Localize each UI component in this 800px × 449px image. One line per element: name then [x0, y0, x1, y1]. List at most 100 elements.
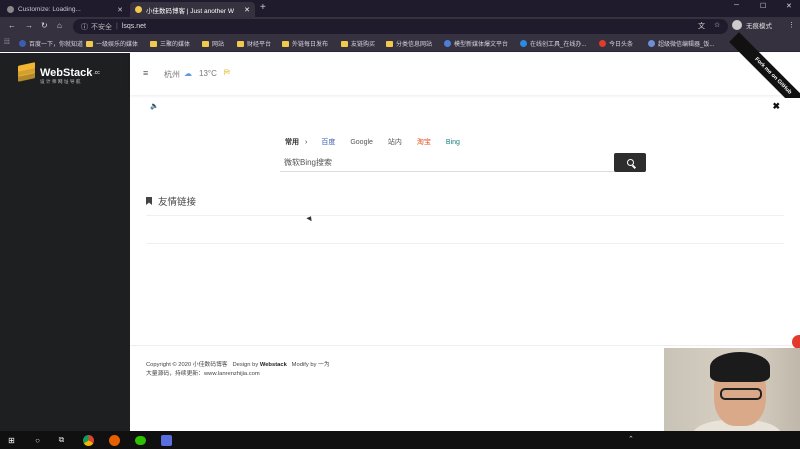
firefox-icon[interactable] — [108, 434, 121, 446]
info-icon[interactable]: ⓘ — [81, 22, 88, 32]
wechat-icon[interactable] — [134, 434, 147, 446]
floating-tab[interactable] — [792, 335, 800, 349]
loading-icon — [7, 6, 14, 13]
bookmark-item[interactable]: 三聚的媒体 — [150, 39, 190, 48]
windows-start-icon[interactable]: ⊞ — [5, 434, 18, 446]
back-icon[interactable]: ← — [8, 21, 16, 30]
bookmark-item[interactable]: 友链购买 — [341, 39, 375, 48]
bookmark-item[interactable]: 分类信息网站 — [386, 39, 432, 48]
engine-baidu[interactable]: 百度 — [321, 137, 335, 147]
folder-icon — [202, 40, 209, 47]
engine-google[interactable]: Google — [350, 139, 373, 146]
bookmark-item[interactable]: 超级微信编辑器_饭... — [648, 39, 714, 48]
folder-icon — [282, 40, 289, 47]
close-tab-icon[interactable]: ✕ — [244, 6, 250, 14]
page-header: ≡ 杭州 ☁ 13°C ⛿ Fork me on GitHub — [130, 32, 800, 120]
task-view-icon[interactable]: ⧉ — [55, 434, 68, 446]
site-icon — [648, 40, 655, 47]
profile-label: 无痕模式 — [746, 23, 772, 30]
maximize-button[interactable]: ☐ — [760, 2, 766, 10]
folder-icon — [150, 40, 157, 47]
bookmarks-bar: ⁞⁞⁞ 百度一下，你就知道 一级娱乐的媒体 三聚的媒体 网站 财经平台 外链每日… — [0, 36, 800, 52]
menu-toggle-icon[interactable]: ≡ — [143, 68, 148, 78]
home-icon[interactable]: ⌂ — [57, 21, 62, 30]
close-window-button[interactable]: ✕ — [786, 2, 792, 10]
folder-icon — [86, 40, 93, 47]
address-separator: | — [116, 23, 118, 30]
modify-text: Modify by 一为 — [291, 362, 330, 368]
bookmark-item[interactable]: 今日头条 — [599, 39, 633, 48]
section-title: 友情链接 — [158, 197, 197, 208]
translate-icon[interactable]: 文 — [698, 21, 705, 31]
search-circle-icon[interactable]: ○ — [31, 434, 44, 446]
engine-site[interactable]: 站内 — [388, 137, 402, 147]
close-notice-icon[interactable]: ✖ — [772, 101, 780, 112]
close-tab-icon[interactable]: ✕ — [117, 6, 123, 14]
browser-tab-strip: Customize: Loading... ✕ 小佳数码博客 | Just an… — [0, 0, 800, 17]
address-bar[interactable]: ⓘ 不安全 | lsqs.net — [73, 19, 728, 34]
search-engine-tabs: 常用 › 百度 Google 站内 淘宝 Bing — [285, 137, 475, 147]
bookmark-label: 超级微信编辑器_饭... — [658, 42, 715, 48]
footer-copyright-line: Copyright © 2020 小佳数码博客 Design by Websta… — [146, 359, 330, 368]
folder-icon — [341, 40, 348, 47]
bookmark-label: 财经平台 — [247, 42, 272, 48]
bookmark-item[interactable]: 网站 — [202, 39, 224, 48]
search-input[interactable] — [284, 156, 609, 169]
site-icon — [444, 40, 451, 47]
sidebar: WebStack .cc 设计师网址导航 — [0, 53, 130, 431]
bookmark-item[interactable]: 一级娱乐的媒体 — [86, 39, 138, 48]
webcam-person-glasses — [720, 388, 762, 400]
site-favicon-icon — [135, 6, 142, 13]
apps-icon[interactable]: ⁞⁞⁞ — [4, 39, 10, 46]
bookmark-label: 网站 — [212, 42, 225, 48]
avatar — [732, 20, 742, 30]
star-icon[interactable]: ☆ — [714, 21, 720, 29]
logo-name: WebStack — [40, 66, 93, 79]
site-logo[interactable]: WebStack .cc 设计师网址导航 — [18, 62, 100, 84]
browser-tab-customize[interactable]: Customize: Loading... ✕ — [2, 2, 128, 17]
bookmark-item[interactable]: 模型新媒体爆文平台 — [444, 39, 508, 48]
section-heading: 友情链接 — [146, 194, 196, 208]
security-label: 不安全 — [91, 23, 112, 31]
bookmark-item[interactable]: 财经平台 — [237, 39, 271, 48]
chevron-right-icon: › — [305, 138, 308, 146]
browser-toolbar: ← → ↻ ⌂ ⓘ 不安全 | lsqs.net 文 ☆ 无痕模式 ⋮ — [0, 17, 800, 36]
weather-detail-icon[interactable]: ⛿ — [224, 68, 230, 78]
search-group-label[interactable]: 常用 — [285, 137, 299, 147]
webstack-logo-icon — [18, 62, 35, 82]
windows-taskbar: ⊞ ○ ⧉ ⌃ — [0, 431, 800, 449]
forward-icon[interactable]: → — [25, 21, 33, 30]
engine-bing[interactable]: Bing — [446, 139, 460, 146]
system-tray[interactable]: ⌃ — [628, 435, 634, 443]
browser-tab-blog[interactable]: 小佳数码博客 | Just another W ✕ — [130, 2, 255, 17]
divider — [146, 215, 784, 216]
paw-icon — [19, 40, 26, 47]
design-link[interactable]: Webstack — [260, 362, 287, 368]
site-icon — [520, 40, 527, 47]
search-button[interactable] — [614, 153, 646, 172]
bookmark-label: 模型新媒体爆文平台 — [454, 42, 509, 48]
bookmark-label: 百度一下，你就知道 — [29, 42, 84, 48]
divider — [146, 243, 784, 244]
bookmark-item[interactable]: 在线创工具_在线办... — [520, 39, 586, 48]
new-tab-button[interactable]: + — [260, 2, 266, 13]
cloud-icon: ☁ — [184, 69, 192, 78]
folder-icon — [237, 40, 244, 47]
app-icon[interactable] — [160, 434, 173, 446]
notice-bar: 🔈 ✖ — [130, 98, 800, 116]
bookmark-icon — [146, 197, 152, 205]
folder-icon — [386, 40, 393, 47]
url-text: lsqs.net — [121, 23, 146, 30]
tab-title: Customize: Loading... — [18, 6, 81, 13]
search-icon — [626, 159, 634, 166]
profile-button[interactable]: 无痕模式 — [732, 20, 772, 30]
minimize-button[interactable]: ─ — [734, 2, 739, 9]
menu-icon[interactable]: ⋮ — [788, 21, 795, 29]
bookmark-item[interactable]: 外链每日发布 — [282, 39, 328, 48]
bookmark-item[interactable]: 百度一下，你就知道 — [19, 39, 83, 48]
chrome-icon[interactable] — [82, 434, 95, 446]
engine-taobao[interactable]: 淘宝 — [417, 137, 431, 147]
reload-icon[interactable]: ↻ — [41, 21, 48, 30]
search-box — [280, 153, 645, 172]
footer-source-line: 大量源码，持续更新：www.lanrenzhijia.com — [146, 371, 260, 377]
